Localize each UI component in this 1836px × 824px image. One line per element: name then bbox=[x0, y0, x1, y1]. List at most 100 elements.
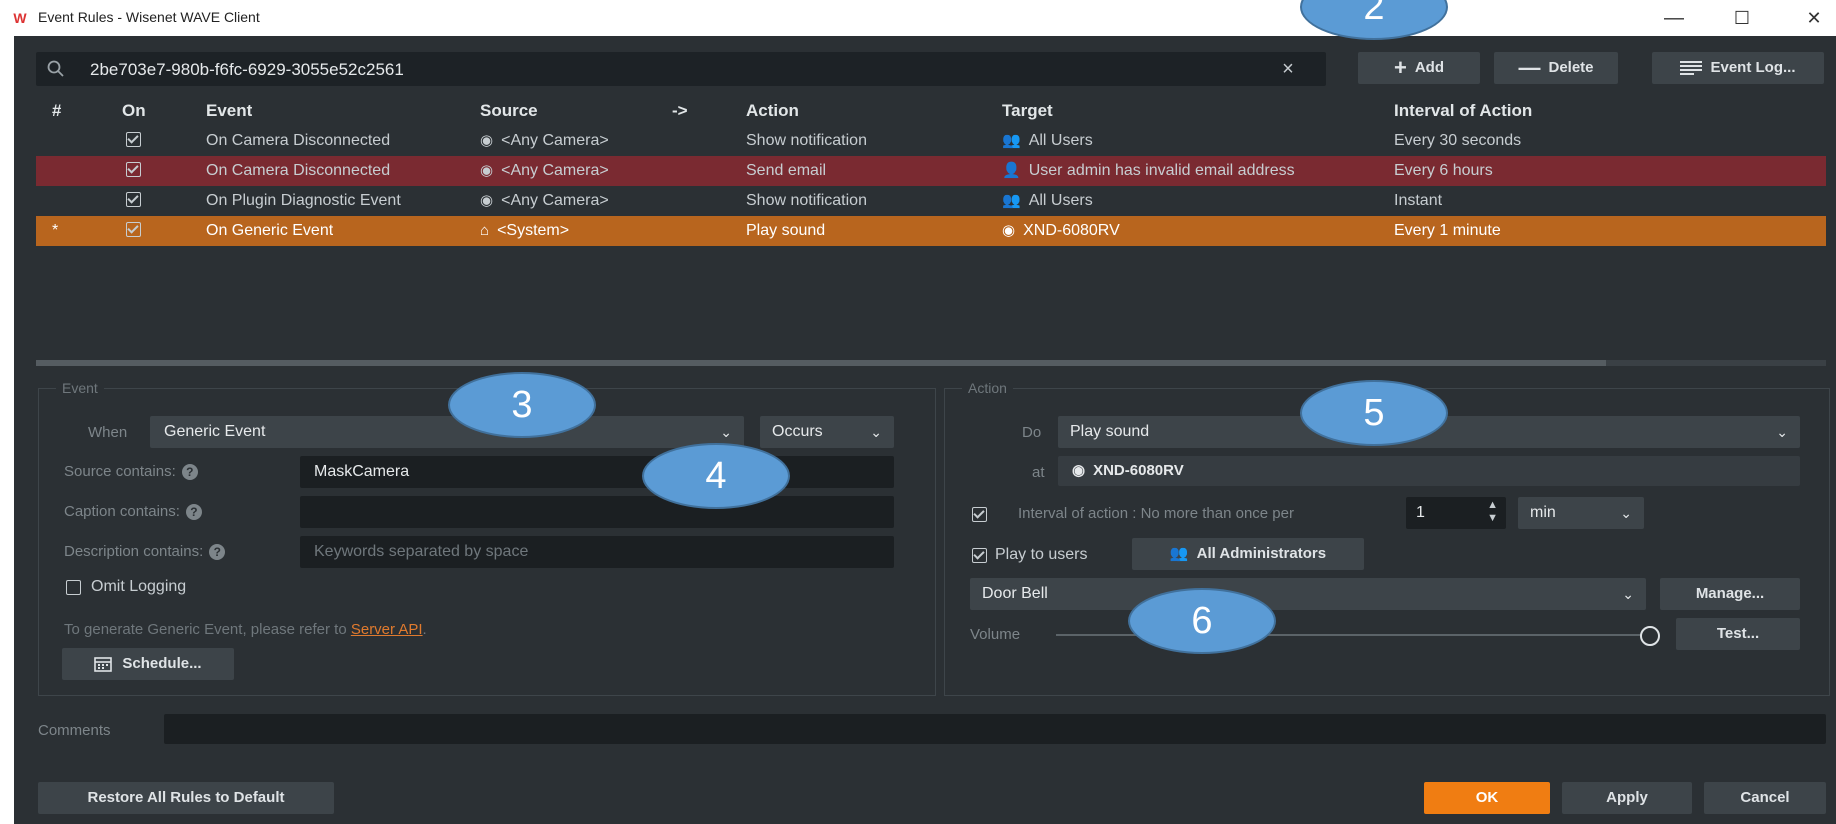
row-event: On Camera Disconnected bbox=[206, 162, 391, 179]
interval-unit-select[interactable]: min ⌄ bbox=[1518, 497, 1644, 529]
omit-logging-row[interactable]: Omit Logging bbox=[66, 578, 186, 596]
row-target: XND-6080RV bbox=[1023, 222, 1120, 239]
col-target[interactable]: Target bbox=[1002, 96, 1053, 126]
ok-button[interactable]: OK bbox=[1424, 782, 1550, 814]
schedule-label: Schedule... bbox=[122, 655, 202, 672]
play-to-users-row[interactable]: Play to users bbox=[972, 546, 1087, 564]
interval-unit-value: min bbox=[1530, 504, 1556, 521]
interval-checkbox[interactable] bbox=[972, 505, 987, 525]
add-button[interactable]: + Add bbox=[1358, 52, 1480, 84]
caption-contains-input[interactable] bbox=[300, 496, 894, 528]
chevron-down-icon: ⌄ bbox=[1620, 505, 1632, 521]
description-placeholder: Keywords separated by space bbox=[314, 543, 529, 560]
callout-5: 5 bbox=[1300, 380, 1448, 446]
clear-search-icon[interactable]: × bbox=[1276, 56, 1300, 82]
table-row[interactable]: On Camera Disconnected ◉ <Any Camera> Sho… bbox=[36, 126, 1826, 156]
interval-label: Interval of action : No more than once p… bbox=[1018, 505, 1294, 522]
col-action[interactable]: Action bbox=[746, 96, 799, 126]
users-icon: 👥 bbox=[1002, 192, 1021, 209]
col-source[interactable]: Source bbox=[480, 96, 538, 126]
table-row-selected[interactable]: * On Generic Event ⌂ <System> Play sound … bbox=[36, 216, 1826, 246]
delete-button[interactable]: — Delete bbox=[1494, 52, 1618, 84]
all-administrators-button[interactable]: 👥 All Administrators bbox=[1132, 538, 1364, 570]
search-bar: × bbox=[36, 52, 1326, 86]
restore-defaults-button[interactable]: Restore All Rules to Default bbox=[38, 782, 334, 814]
manage-button[interactable]: Manage... bbox=[1660, 578, 1800, 610]
col-arrow[interactable]: -> bbox=[672, 96, 688, 126]
callout-6: 6 bbox=[1128, 588, 1276, 654]
comments-input[interactable] bbox=[164, 714, 1826, 744]
camera-icon: ◉ bbox=[480, 192, 494, 209]
description-contains-input[interactable]: Keywords separated by space bbox=[300, 536, 894, 568]
event-state-value: Occurs bbox=[772, 423, 823, 440]
table-row[interactable]: On Plugin Diagnostic Event ◉ <Any Camera>… bbox=[36, 186, 1826, 216]
target-device-field[interactable]: ◉ XND-6080RV bbox=[1058, 456, 1800, 486]
help-icon[interactable]: ? bbox=[209, 544, 226, 560]
table-header: # On Event Source -> Action Target Inter… bbox=[36, 96, 1826, 124]
sound-select[interactable]: Door Bell ⌄ bbox=[970, 578, 1646, 610]
row-enabled-checkbox[interactable] bbox=[126, 222, 141, 237]
omit-logging-checkbox[interactable] bbox=[66, 579, 81, 595]
camera-icon: ◉ bbox=[1072, 462, 1086, 479]
event-type-select[interactable]: Generic Event ⌄ bbox=[150, 416, 744, 448]
col-on[interactable]: On bbox=[122, 96, 146, 126]
server-api-link[interactable]: Server API bbox=[351, 621, 423, 638]
table-row[interactable]: On Camera Disconnected ◉ <Any Camera> Sen… bbox=[36, 156, 1826, 186]
comments-label: Comments bbox=[38, 722, 111, 739]
list-icon bbox=[1680, 61, 1703, 75]
camera-icon: ◉ bbox=[480, 132, 494, 149]
row-enabled-checkbox[interactable] bbox=[126, 162, 141, 177]
at-label: at bbox=[1032, 464, 1045, 481]
do-label: Do bbox=[1022, 424, 1042, 441]
source-contains-input[interactable]: MaskCamera bbox=[300, 456, 894, 488]
help-icon[interactable]: ? bbox=[181, 464, 198, 480]
when-label: When bbox=[88, 424, 128, 441]
help-icon[interactable]: ? bbox=[185, 504, 202, 520]
row-action: Play sound bbox=[746, 222, 826, 239]
col-event[interactable]: Event bbox=[206, 96, 252, 126]
camera-icon: ◉ bbox=[480, 162, 494, 179]
close-window-button[interactable]: ✕ bbox=[1792, 4, 1836, 32]
col-interval[interactable]: Interval of Action bbox=[1394, 96, 1532, 126]
apply-button[interactable]: Apply bbox=[1562, 782, 1692, 814]
callout-3: 3 bbox=[448, 372, 596, 438]
row-event: On Generic Event bbox=[206, 222, 334, 239]
row-target: User admin has invalid email address bbox=[1028, 162, 1295, 179]
volume-slider-thumb[interactable] bbox=[1640, 626, 1660, 646]
event-group-title: Event bbox=[56, 380, 104, 396]
row-action: Send email bbox=[746, 162, 827, 179]
calendar-icon bbox=[94, 657, 113, 672]
row-interval: Every 6 hours bbox=[1394, 162, 1493, 179]
plus-icon: + bbox=[1393, 55, 1407, 80]
maximize-button[interactable]: ☐ bbox=[1720, 4, 1764, 32]
title-bar: W Event Rules - Wisenet WAVE Client — ☐ … bbox=[0, 0, 1836, 36]
play-to-users-label: Play to users bbox=[995, 546, 1088, 563]
chevron-down-icon: ⌄ bbox=[1622, 586, 1634, 602]
row-enabled-checkbox[interactable] bbox=[126, 192, 141, 207]
row-enabled-checkbox[interactable] bbox=[126, 132, 141, 147]
event-state-select[interactable]: Occurs ⌄ bbox=[760, 416, 894, 448]
spin-arrows-icon[interactable]: ▲ ▼ bbox=[1487, 499, 1498, 525]
volume-label: Volume bbox=[970, 626, 1021, 643]
row-action: Show notification bbox=[746, 192, 867, 209]
chevron-down-icon: ⌄ bbox=[1776, 424, 1788, 440]
col-num[interactable]: # bbox=[52, 96, 61, 126]
schedule-button[interactable]: Schedule... bbox=[62, 648, 234, 680]
row-source: <Any Camera> bbox=[501, 162, 609, 179]
callout-4: 4 bbox=[642, 443, 790, 509]
event-log-button[interactable]: Event Log... bbox=[1652, 52, 1824, 84]
window-title: Event Rules - Wisenet WAVE Client bbox=[38, 9, 260, 25]
user-warning-icon: 👤 bbox=[1002, 162, 1021, 179]
app-logo-icon: W bbox=[13, 10, 27, 26]
search-input[interactable] bbox=[88, 56, 1242, 84]
horizontal-scrollbar-thumb[interactable] bbox=[36, 360, 1606, 366]
test-button[interactable]: Test... bbox=[1676, 618, 1800, 650]
action-type-value: Play sound bbox=[1070, 423, 1150, 440]
interval-spinbox[interactable]: 1 ▲ ▼ bbox=[1406, 497, 1506, 529]
target-device-value: XND-6080RV bbox=[1093, 462, 1184, 479]
row-event: On Camera Disconnected bbox=[206, 132, 391, 149]
minimize-button[interactable]: — bbox=[1652, 4, 1696, 32]
play-to-users-checkbox[interactable] bbox=[972, 547, 987, 563]
source-contains-value: MaskCamera bbox=[314, 463, 410, 480]
cancel-button[interactable]: Cancel bbox=[1704, 782, 1826, 814]
